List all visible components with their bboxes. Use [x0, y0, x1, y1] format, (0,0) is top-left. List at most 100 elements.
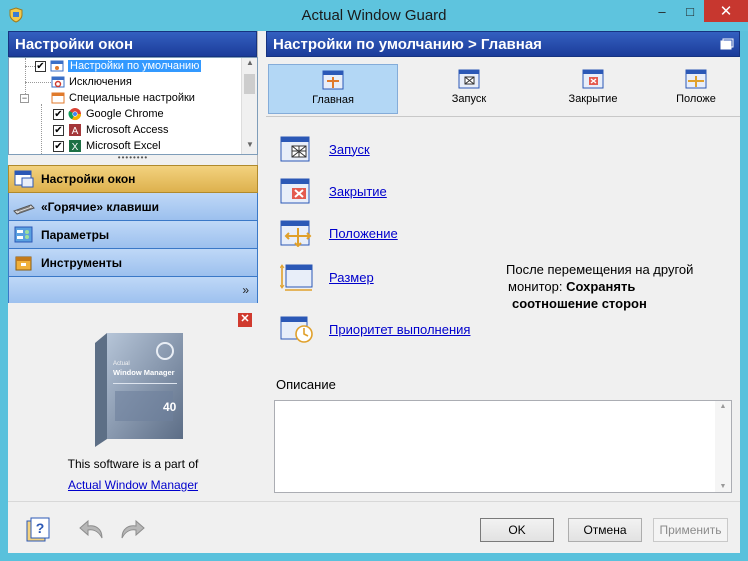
window-settings-icon — [14, 170, 34, 188]
nav-label: Настройки окон — [41, 172, 136, 186]
help-icon[interactable]: ? — [24, 516, 52, 544]
left-panel: Настройки окон ✔ Настройки по умолчанию … — [8, 31, 258, 501]
promo-caption: This software is a part of — [67, 457, 199, 471]
tab-label: Главная — [312, 94, 354, 106]
resize-note-bold1: Сохранять — [566, 279, 636, 294]
minimize-button[interactable]: – — [648, 0, 676, 22]
main-tab-icon — [322, 70, 344, 90]
resize-note-line1: После перемещения на другой — [506, 262, 694, 277]
box-brand: Actual — [113, 361, 130, 367]
action-link[interactable]: Приоритет выполнения — [329, 322, 470, 337]
resize-note-prefix: монитор: — [508, 279, 567, 294]
tab-closing[interactable]: Закрытие — [528, 64, 658, 114]
checkbox-checked-icon[interactable]: ✔ — [53, 124, 64, 136]
scroll-down-icon[interactable]: ▼ — [242, 140, 257, 154]
right-panel: Настройки по умолчанию > Главная Главная… — [266, 31, 740, 501]
tree-item-exclusions[interactable]: Исключения — [51, 74, 132, 90]
action-link[interactable]: Размер — [329, 270, 374, 285]
nav-tools[interactable]: Инструменты — [8, 249, 258, 277]
tab-position[interactable]: Положе — [652, 64, 740, 114]
svg-text:A: A — [72, 126, 79, 137]
exclusions-icon — [51, 76, 65, 88]
nav-more-button[interactable]: » — [8, 277, 258, 305]
tree-item-label: Microsoft Access — [86, 124, 169, 136]
nav-parameters[interactable]: Параметры — [8, 221, 258, 249]
cancel-button[interactable]: Отмена — [568, 518, 642, 542]
maximize-button[interactable]: □ — [676, 0, 704, 22]
description-label: Описание — [276, 377, 336, 392]
priority-icon — [280, 316, 313, 343]
box-title: Window Manager — [113, 368, 175, 377]
tree-item-chrome[interactable]: ✔ Google Chrome — [53, 106, 164, 122]
action-startup[interactable]: Запуск — [280, 135, 370, 163]
description-box[interactable] — [274, 400, 732, 493]
ok-button[interactable]: OK — [480, 518, 554, 542]
apply-button[interactable]: Применить — [653, 518, 728, 542]
default-settings-icon — [50, 60, 64, 72]
action-closing[interactable]: Закрытие — [280, 177, 387, 205]
tree-item-label: Настройки по умолчанию — [68, 60, 202, 72]
breadcrumb: Настройки по умолчанию > Главная — [273, 36, 542, 53]
client-area: Настройки окон ✔ Настройки по умолчанию … — [8, 31, 740, 553]
close-button[interactable]: ✕ — [704, 0, 748, 22]
nav-hotkeys[interactable]: «Горячие» клавиши — [8, 193, 258, 221]
settings-tree[interactable]: ✔ Настройки по умолчанию Исключения − Сп… — [8, 57, 258, 155]
splitter-grip[interactable]: •••••••• — [8, 154, 258, 163]
right-panel-header: Настройки по умолчанию > Главная — [266, 31, 740, 57]
svg-text:?: ? — [36, 520, 45, 536]
tree-connector — [25, 58, 26, 96]
redo-icon[interactable] — [118, 516, 146, 544]
nav-label: Параметры — [41, 227, 110, 242]
tree-item-label: Специальные настройки — [69, 92, 195, 104]
tab-startup[interactable]: Запуск — [404, 64, 534, 114]
tree-item-label: Microsoft Excel — [86, 140, 161, 152]
title-bar: Actual Window Guard – □ ✕ — [0, 0, 748, 31]
tab-main[interactable]: Главная — [268, 64, 398, 114]
close-promo-icon[interactable]: ✕ — [238, 313, 252, 327]
section-tabs: Главная Запуск Закрытие Положе — [266, 61, 740, 117]
tree-item-label: Исключения — [69, 76, 132, 88]
tree-item-access[interactable]: ✔ A Microsoft Access — [53, 122, 169, 138]
action-link[interactable]: Запуск — [329, 142, 370, 157]
checkbox-checked-icon[interactable]: ✔ — [53, 108, 64, 120]
tab-label: Положе — [676, 93, 716, 105]
window-title: Actual Window Guard — [301, 7, 447, 24]
keyboard-icon — [13, 203, 35, 215]
access-icon: A — [69, 124, 81, 137]
position-icon — [280, 220, 312, 247]
nav-window-settings[interactable]: Настройки окон — [8, 165, 258, 193]
startup-icon — [280, 136, 310, 162]
action-position[interactable]: Положение — [280, 219, 398, 247]
resize-note-bold2: соотношение сторон — [512, 296, 647, 311]
bottom-bar: ? OK Отмена Применить — [8, 501, 740, 553]
nav-label: Инструменты — [41, 255, 123, 270]
chrome-icon — [68, 108, 81, 121]
action-size[interactable]: Размер — [280, 263, 374, 291]
promo-link[interactable]: Actual Window Manager — [8, 478, 258, 492]
scroll-thumb[interactable] — [244, 74, 255, 94]
scroll-down-icon[interactable]: ▼ — [715, 483, 731, 490]
collapse-icon[interactable]: − — [20, 94, 29, 103]
undo-icon[interactable] — [78, 516, 106, 544]
tab-label: Закрытие — [568, 93, 618, 105]
scroll-up-icon[interactable]: ▲ — [242, 58, 257, 72]
promo-panel: ✕ Actual Window Manager 40 This software… — [8, 303, 258, 501]
tree-item-excel[interactable]: ✔ X Microsoft Excel — [53, 138, 161, 154]
left-panel-header: Настройки окон — [8, 31, 257, 57]
tree-scrollbar[interactable]: ▲ ▼ — [241, 58, 257, 154]
tree-item-special[interactable]: Специальные настройки — [51, 90, 195, 106]
window-restore-icon[interactable] — [720, 38, 734, 50]
tree-item-default[interactable]: ✔ Настройки по умолчанию — [35, 58, 202, 74]
checkbox-checked-icon[interactable]: ✔ — [53, 140, 64, 152]
tree-connector — [41, 104, 42, 154]
scroll-up-icon[interactable]: ▲ — [715, 403, 731, 410]
product-box-image[interactable]: Actual Window Manager 40 — [85, 329, 183, 447]
description-scrollbar[interactable]: ▲ ▼ — [715, 401, 731, 492]
tree-item-label: Google Chrome — [86, 108, 164, 120]
position-tab-icon — [685, 69, 707, 89]
action-link[interactable]: Закрытие — [329, 184, 387, 199]
action-priority[interactable]: Приоритет выполнения — [280, 315, 470, 343]
checkbox-checked-icon[interactable]: ✔ — [35, 60, 46, 72]
action-link[interactable]: Положение — [329, 226, 398, 241]
startup-tab-icon — [458, 69, 480, 89]
